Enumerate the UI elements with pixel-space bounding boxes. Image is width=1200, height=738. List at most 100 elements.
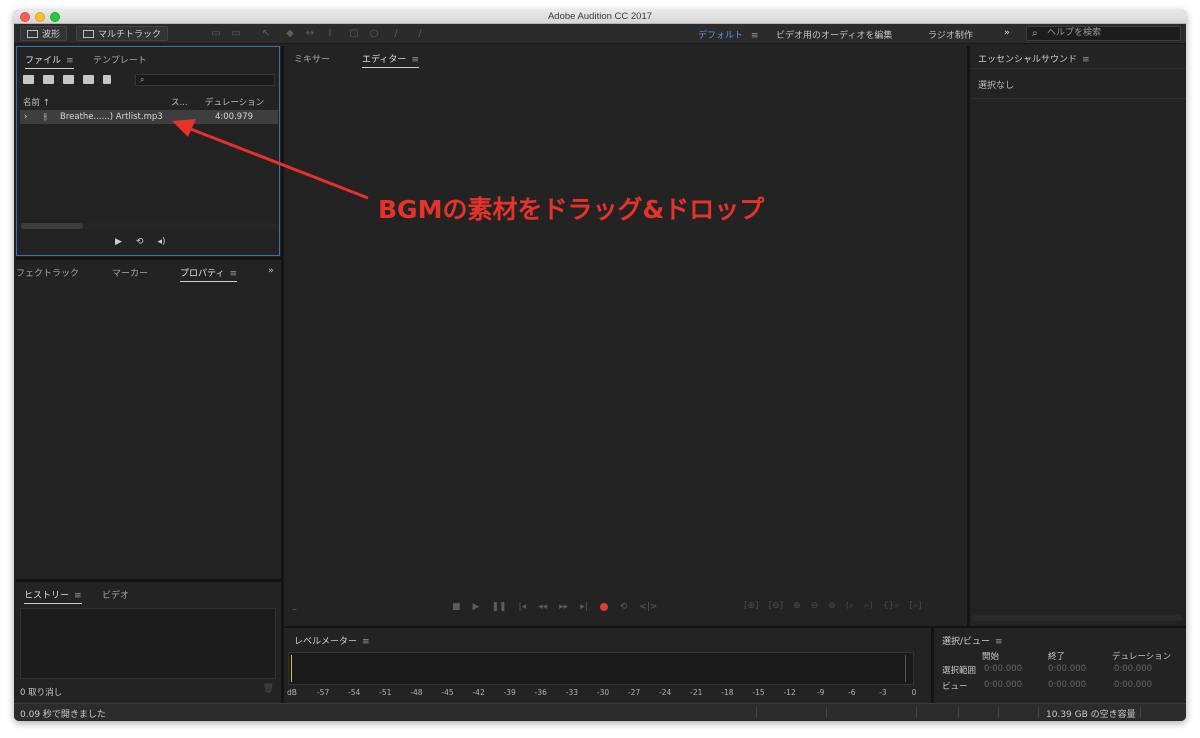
zoom-in-point-icon[interactable]: (⌕ <box>846 601 855 611</box>
meter-tick-label: -54 <box>348 688 361 697</box>
waveform-view-button[interactable]: 波形 <box>20 26 68 41</box>
panel-menu-icon[interactable]: ≡ <box>229 269 237 279</box>
slip-tool-icon[interactable]: ↔ <box>304 28 316 39</box>
panel-divider[interactable] <box>967 46 970 628</box>
spectral-pitch-icon[interactable]: ▭ <box>230 28 242 39</box>
workspace-radio[interactable]: ラジオ制作 <box>928 28 973 41</box>
selection-duration-field[interactable]: 0:00.000 <box>1114 664 1152 674</box>
import-file-icon[interactable] <box>43 75 54 84</box>
tab-templates[interactable]: テンプレート <box>93 53 147 66</box>
insert-into-multitrack-icon[interactable] <box>83 75 94 84</box>
files-horizontal-scrollbar[interactable] <box>21 223 277 229</box>
workspace-menu-icon[interactable]: ≡ <box>751 31 759 41</box>
go-to-end-icon[interactable]: ▸| <box>580 602 588 612</box>
scrollbar-thumb[interactable] <box>21 223 83 229</box>
panel-divider[interactable] <box>284 626 1186 628</box>
main-toolbar: 波形 マルチトラック ▭ ▭ ↖ ◆ ↔ I ▢ ○ / / デフォルト ≡ ビ… <box>14 24 1186 44</box>
panel-menu-icon[interactable]: ≡ <box>66 56 74 66</box>
file-row[interactable]: › ⫲ Breathe......) Artlist.mp3 4:00.979 <box>20 110 278 124</box>
loop-icon[interactable]: ⟲ <box>136 237 144 247</box>
view-duration-field[interactable]: 0:00.000 <box>1114 680 1152 690</box>
trash-icon[interactable]: 🗑 <box>263 684 274 694</box>
move-tool-icon[interactable]: ↖ <box>260 28 272 39</box>
tab-effects-rack[interactable]: フェクトラック <box>16 266 79 279</box>
open-file-icon[interactable] <box>23 75 34 84</box>
tab-editor[interactable]: エディター ≡ <box>362 52 419 68</box>
zoom-amplitude-fit-icon[interactable]: [⌕] <box>909 601 921 611</box>
zoom-out-icon[interactable]: – <box>292 604 297 615</box>
panel-divider[interactable] <box>16 579 281 582</box>
workspace-overflow-icon[interactable]: » <box>1004 28 1010 38</box>
paintbrush-tool-icon[interactable]: / <box>390 28 402 39</box>
trash-icon[interactable] <box>103 75 111 84</box>
column-status[interactable]: ス... <box>171 96 188 108</box>
view-end-field[interactable]: 0:00.000 <box>1048 680 1086 690</box>
search-icon: ⌕ <box>1032 28 1038 39</box>
tab-video[interactable]: ビデオ <box>102 588 129 601</box>
panel-menu-icon[interactable]: ≡ <box>362 637 370 647</box>
tab-properties[interactable]: プロパティ ≡ <box>180 266 238 282</box>
zoom-out-time-icon[interactable]: ⊖ <box>811 601 819 611</box>
status-separator <box>916 707 917 718</box>
help-search-input[interactable]: ⌕ ヘルプを検索 <box>1026 26 1181 41</box>
spectral-frequency-icon[interactable]: ▭ <box>210 28 222 39</box>
meter-tick-label: dB <box>287 688 297 697</box>
zoom-out-amplitude-icon[interactable]: [⊖] <box>769 601 784 611</box>
panel-divider[interactable] <box>931 628 934 703</box>
play-icon[interactable]: ▶ <box>473 602 480 612</box>
view-start-field[interactable]: 0:00.000 <box>984 680 1022 690</box>
spot-healing-tool-icon[interactable]: / <box>414 28 426 39</box>
selection-end-field[interactable]: 0:00.000 <box>1048 664 1086 674</box>
lasso-tool-icon[interactable]: ○ <box>368 28 380 39</box>
record-icon[interactable] <box>599 603 608 611</box>
multitrack-view-button[interactable]: マルチトラック <box>76 26 169 41</box>
meter-clip-indicator[interactable] <box>905 655 911 682</box>
essential-sound-scrollbar[interactable] <box>972 615 1182 621</box>
new-file-icon[interactable] <box>63 75 74 84</box>
zoom-out-full-icon[interactable]: ⊛ <box>828 601 836 611</box>
tab-files[interactable]: ファイル ≡ <box>25 53 74 69</box>
zoom-in-amplitude-icon[interactable]: [⊕] <box>744 601 759 611</box>
fast-forward-icon[interactable]: ▸▸ <box>559 602 568 612</box>
expand-chevron-icon[interactable]: › <box>24 112 27 122</box>
pause-icon[interactable]: ❚❚ <box>491 602 506 612</box>
tab-mixer[interactable]: ミキサー <box>294 52 330 65</box>
zoom-out-point-icon[interactable]: ⌕) <box>864 601 873 611</box>
files-search-input[interactable]: ⌕ <box>135 74 275 86</box>
panel-menu-icon[interactable]: ≡ <box>1082 55 1090 65</box>
meter-tick-label: -3 <box>879 688 887 697</box>
zoom-selection-icon[interactable]: {}⌕ <box>883 601 900 611</box>
files-preview-controls: ▶ ⟲ ◂) <box>115 237 166 247</box>
panel-menu-icon[interactable]: ≡ <box>995 637 1003 647</box>
go-to-start-icon[interactable]: |◂ <box>519 602 527 612</box>
razor-tool-icon[interactable]: ◆ <box>284 28 296 39</box>
marquee-tool-icon[interactable]: ▢ <box>348 28 360 39</box>
stop-icon[interactable]: ■ <box>452 602 461 612</box>
play-icon[interactable]: ▶ <box>115 237 122 247</box>
header-end: 終了 <box>1048 652 1066 662</box>
loop-playback-icon[interactable]: ⟲ <box>620 602 628 612</box>
panel-menu-icon[interactable]: ≡ <box>74 591 82 601</box>
status-separator <box>826 707 827 718</box>
time-selection-tool-icon[interactable]: I <box>324 28 336 39</box>
tab-history[interactable]: ヒストリー ≡ <box>24 588 82 604</box>
zoom-in-time-icon[interactable]: ⊕ <box>793 601 801 611</box>
row-view-label: ビュー <box>942 682 968 692</box>
history-list <box>20 608 276 679</box>
skip-selection-icon[interactable]: <|> <box>639 602 657 612</box>
rewind-icon[interactable]: ◂◂ <box>538 602 547 612</box>
tab-markers[interactable]: マーカー <box>112 266 148 279</box>
panel-overflow-icon[interactable]: » <box>268 266 274 276</box>
panel-menu-icon[interactable]: ≡ <box>411 55 419 65</box>
panel-divider[interactable] <box>281 46 284 703</box>
column-name[interactable]: 名前 ↑ <box>23 96 50 108</box>
selection-start-field[interactable]: 0:00.000 <box>984 664 1022 674</box>
workspace-default[interactable]: デフォルト ≡ <box>698 28 758 41</box>
meter-tick-label: -9 <box>816 688 825 697</box>
workspace-video-audio[interactable]: ビデオ用のオーディオを編集 <box>776 28 892 41</box>
column-duration[interactable]: デュレーション <box>205 96 264 108</box>
panel-divider[interactable] <box>16 257 281 260</box>
autoplay-icon[interactable]: ◂) <box>157 237 165 247</box>
meter-tick-label: -12 <box>783 688 796 697</box>
status-separator <box>1038 707 1039 718</box>
